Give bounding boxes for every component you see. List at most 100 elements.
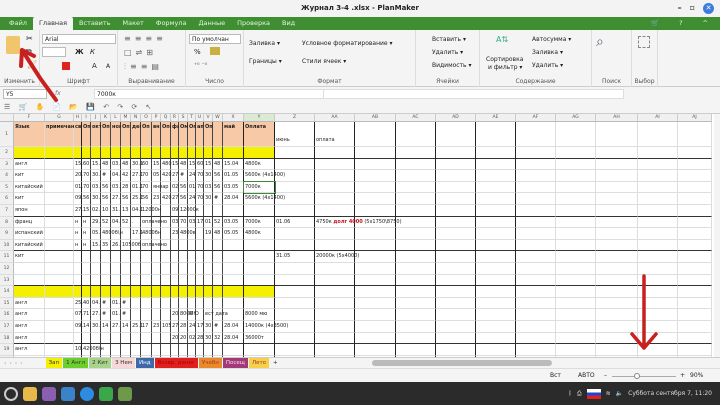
- cell-S5[interactable]: 56: [179, 181, 188, 194]
- cell-O2[interactable]: [141, 147, 152, 159]
- cell-J12[interactable]: [91, 263, 101, 275]
- cell-AE13[interactable]: [476, 274, 516, 287]
- cell-Y16[interactable]: 8000 мю: [244, 309, 275, 321]
- files-icon[interactable]: [23, 386, 37, 401]
- cell-F8[interactable]: франц: [14, 216, 45, 229]
- cell-AD2[interactable]: [436, 147, 476, 159]
- cell-J1[interactable]: окт: [91, 122, 102, 147]
- cell-I15[interactable]: 40: [82, 297, 91, 310]
- cell-L5[interactable]: 03.: [111, 181, 121, 194]
- cell-Y7[interactable]: [244, 205, 275, 217]
- menu-4[interactable]: Формула: [150, 17, 193, 30]
- content-delete-button[interactable]: Удалить ▾: [532, 62, 563, 69]
- cell-U6[interactable]: 70: [196, 193, 204, 205]
- row-header[interactable]: 10: [0, 239, 14, 252]
- cell-K9[interactable]: 4800б\н: [101, 228, 123, 240]
- cell-H11[interactable]: [74, 251, 82, 263]
- planmaker-icon[interactable]: [99, 386, 113, 401]
- menu-0[interactable]: Файл: [3, 17, 33, 30]
- cell-R3[interactable]: 15: [171, 158, 179, 171]
- cell-AF9[interactable]: [516, 228, 556, 240]
- cell-I8[interactable]: н: [82, 216, 91, 229]
- cell-H19[interactable]: 10.: [74, 344, 83, 356]
- cell-K3[interactable]: 48: [101, 158, 111, 171]
- cell-I3[interactable]: 60: [82, 158, 91, 171]
- cell-Q16[interactable]: [161, 309, 171, 321]
- cell-T16[interactable]: МЮ: [188, 309, 199, 321]
- cell-N12[interactable]: [131, 263, 141, 275]
- cell-O8[interactable]: оплачено: [141, 216, 167, 229]
- cell-K2[interactable]: [101, 147, 111, 159]
- cell-AB2[interactable]: [355, 147, 396, 159]
- cell-F18[interactable]: англ: [14, 332, 45, 345]
- cell-AJ4[interactable]: [678, 170, 712, 182]
- menu-1[interactable]: Главная: [32, 17, 74, 30]
- cell-AB6[interactable]: [355, 193, 396, 205]
- cell-I14[interactable]: [82, 286, 91, 298]
- cell-AC7[interactable]: [396, 205, 436, 217]
- cell-AG14[interactable]: [556, 286, 596, 298]
- search-icon[interactable]: ⌕: [596, 34, 604, 50]
- cell-AB10[interactable]: [355, 239, 396, 252]
- cell-V4[interactable]: 30: [204, 170, 213, 182]
- cell-T4[interactable]: 24: [188, 170, 196, 182]
- cell-N6[interactable]: 25.1: [131, 193, 143, 205]
- cell-AG12[interactable]: [556, 263, 596, 275]
- cell-AH8[interactable]: [596, 216, 638, 229]
- cell-AD1[interactable]: [436, 122, 476, 147]
- cell-J2[interactable]: [91, 147, 101, 159]
- zoom-out-button[interactable]: –: [604, 372, 607, 379]
- cell-N15[interactable]: [131, 297, 141, 310]
- cell-AA10[interactable]: [315, 239, 355, 252]
- fill-button[interactable]: Заливка ▾: [249, 40, 280, 47]
- percent-icon[interactable]: %: [194, 48, 201, 56]
- cell-U11[interactable]: [196, 251, 204, 263]
- format-painter-icon[interactable]: 🖌: [27, 60, 37, 69]
- cell-AI19[interactable]: [638, 344, 678, 356]
- cell-AG3[interactable]: [556, 158, 596, 171]
- cell-L14[interactable]: [111, 286, 121, 298]
- cell-T12[interactable]: [188, 263, 196, 275]
- cell-O6[interactable]: 56: [141, 193, 152, 205]
- cell-AA12[interactable]: [315, 263, 355, 275]
- cell-H7[interactable]: 27.: [74, 205, 83, 217]
- cell-T5[interactable]: 01: [188, 181, 196, 194]
- cell-U8[interactable]: 17: [196, 216, 204, 229]
- cell-U2[interactable]: [196, 147, 204, 159]
- cell-V11[interactable]: [204, 251, 213, 263]
- zoom-in-button[interactable]: +: [680, 372, 685, 379]
- cell-L2[interactable]: [111, 147, 121, 159]
- cell-AC19[interactable]: [396, 344, 436, 356]
- cell-F6[interactable]: кит: [14, 193, 45, 205]
- cell-AG11[interactable]: [556, 251, 596, 263]
- cell-K5[interactable]: 56: [101, 181, 111, 194]
- cell-AA8[interactable]: 4750к долг 4000 (5х1750\8750): [315, 216, 402, 229]
- cell-S1[interactable]: Ома: [179, 122, 192, 147]
- cell-AD19[interactable]: [436, 344, 476, 356]
- cell-AD9[interactable]: [436, 228, 476, 240]
- cell-F4[interactable]: кит: [14, 170, 45, 182]
- column-header-H[interactable]: H: [74, 114, 82, 122]
- cell-AE14[interactable]: [476, 286, 516, 298]
- cell-Y18[interactable]: 36000т: [244, 332, 275, 345]
- row-header[interactable]: 1: [0, 122, 14, 147]
- cell-U5[interactable]: 70: [196, 181, 204, 194]
- sort-icon[interactable]: A⇅: [496, 35, 508, 44]
- cell-M16[interactable]: #: [121, 309, 131, 321]
- paste-icon[interactable]: [6, 36, 20, 54]
- cell-L7[interactable]: 31.: [111, 205, 121, 217]
- cell-V17[interactable]: 30: [204, 321, 213, 333]
- cell-AC11[interactable]: [396, 251, 436, 263]
- row-header[interactable]: 13: [0, 274, 14, 287]
- cell-AJ12[interactable]: [678, 263, 712, 275]
- cell-P3[interactable]: 15: [152, 158, 161, 171]
- cell-X2[interactable]: [223, 147, 244, 159]
- cell-K14[interactable]: [101, 286, 111, 298]
- cell-W1[interactable]: [213, 122, 223, 147]
- cell-AB12[interactable]: [355, 263, 396, 275]
- menu-5[interactable]: Данные: [192, 17, 231, 30]
- cell-N3[interactable]: 30.1: [131, 158, 143, 171]
- cell-M10[interactable]: 10500б: [121, 239, 141, 252]
- cell-L8[interactable]: 04.: [111, 216, 121, 229]
- add-sheet-button[interactable]: +: [270, 358, 281, 368]
